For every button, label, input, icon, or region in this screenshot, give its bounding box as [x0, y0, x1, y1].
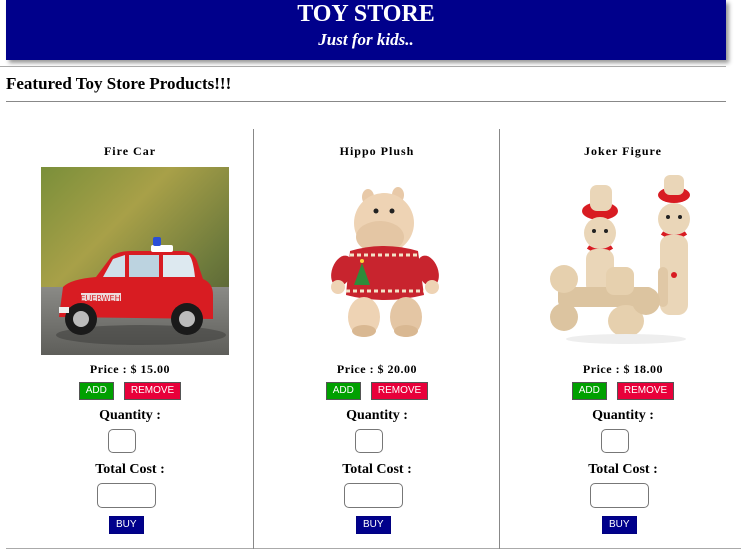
quantity-input[interactable] [355, 429, 383, 453]
product-name: Hippo Plush [339, 144, 415, 158]
quantity-input[interactable] [601, 429, 629, 453]
buy-button[interactable]: BUY [109, 516, 144, 534]
section-divider [6, 101, 726, 102]
add-button[interactable]: ADD [78, 382, 114, 400]
hippo-plush-image [288, 167, 476, 355]
quantity-label: Quantity : [346, 408, 408, 423]
fire-car-image: FEUERWEHR [41, 167, 229, 355]
total-cost-label: Total Cost : [95, 462, 165, 477]
remove-button[interactable]: REMOVE [370, 382, 429, 400]
store-title: TOY STORE [297, 1, 435, 27]
site-header: TOY STORE Just for kids.. [6, 0, 726, 60]
product-price: Price : $ 20.00 [336, 362, 418, 376]
buy-button[interactable]: BUY [356, 516, 391, 534]
product-price: Price : $ 15.00 [89, 362, 171, 376]
remove-button[interactable]: REMOVE [123, 382, 182, 400]
total-cost-field[interactable] [344, 483, 403, 508]
buy-button[interactable]: BUY [602, 516, 637, 534]
quantity-label: Quantity : [592, 408, 654, 423]
joker-figure-image [534, 167, 722, 355]
product-card-hippo-plush: Hippo Plush Price : $ 20.00 ADD REMOVE Qu… [253, 129, 500, 549]
cart-controls: ADD REMOVE [254, 382, 500, 400]
total-cost-field[interactable] [590, 483, 649, 508]
header-divider [0, 66, 726, 67]
store-tagline: Just for kids.. [318, 30, 414, 49]
product-card-fire-car: Fire Car FEUERWEHR Price: $ 15.00 ADD R… [7, 129, 253, 549]
total-cost-field[interactable] [97, 483, 156, 508]
product-price: Price : $ 18.00 [582, 362, 664, 376]
cart-controls: ADD REMOVE [500, 382, 741, 400]
total-cost-label: Total Cost : [342, 462, 412, 477]
remove-button[interactable]: REMOVE [616, 382, 675, 400]
section-title: Featured Toy Store Products!!! [6, 74, 232, 93]
add-button[interactable]: ADD [571, 382, 607, 400]
quantity-label: Quantity : [99, 408, 161, 423]
product-card-joker-figure: Joker Figure Price : $ 18.00 ADD REMOVE Q… [499, 129, 741, 549]
product-name: Fire Car [103, 144, 157, 158]
total-cost-label: Total Cost : [588, 462, 658, 477]
quantity-input[interactable] [108, 429, 136, 453]
add-button[interactable]: ADD [325, 382, 361, 400]
product-name: Joker Figure [584, 144, 662, 158]
cart-controls: ADD REMOVE [7, 382, 253, 400]
svg-text:FEUERWEHR: FEUERWEHR [76, 294, 127, 303]
